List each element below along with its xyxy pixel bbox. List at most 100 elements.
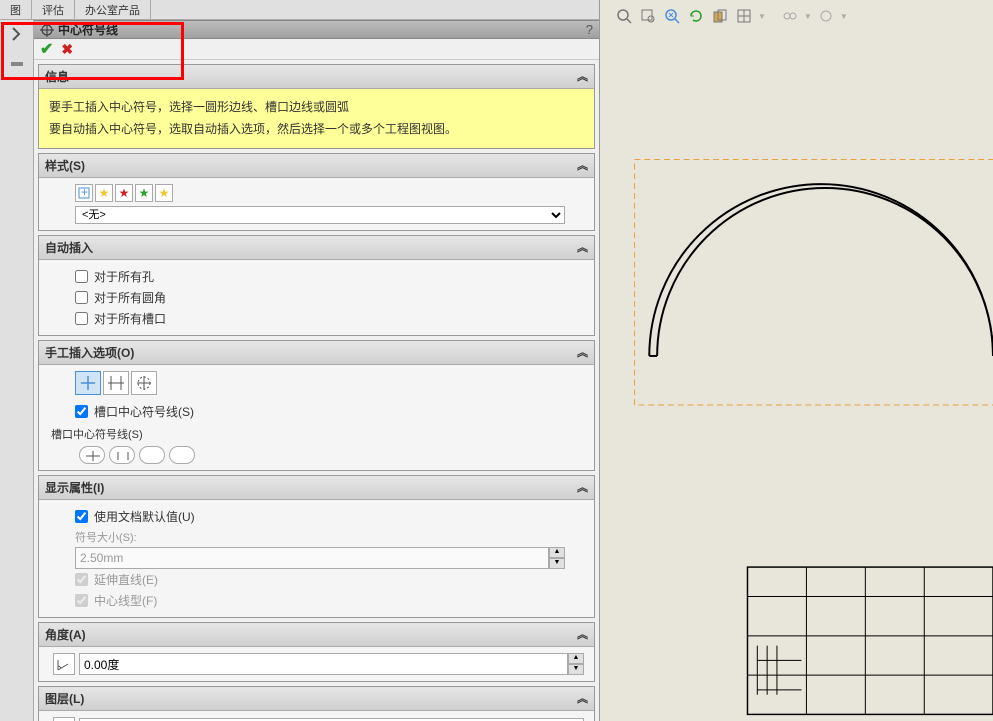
label-slot-cm: 槽口中心符号线(S) <box>94 403 194 420</box>
label-use-doc: 使用文档默认值(U) <box>94 508 195 525</box>
checkbox-slots[interactable] <box>75 312 88 325</box>
chevron-icon: ︽ <box>577 626 588 642</box>
size-input-row: ▲▼ <box>75 547 565 569</box>
more-icon[interactable] <box>816 6 836 26</box>
drawing-area[interactable] <box>610 40 993 721</box>
checkbox-slot-cm[interactable] <box>75 405 88 418</box>
section-manual-title: 手工插入选项(O) <box>45 346 134 360</box>
panel-title: 中心符号线 <box>58 21 118 38</box>
slot-sub-label: 槽口中心符号线(S) <box>51 426 584 442</box>
info-line1: 要手工插入中心符号，选择一圆形边线、槽口边线或圆弧 <box>49 97 584 119</box>
dropdown-icon[interactable]: ▼ <box>758 12 766 21</box>
mode-circular-icon[interactable] <box>131 371 157 395</box>
dropdown-icon[interactable]: ▼ <box>804 12 812 21</box>
drawing-viewport[interactable]: ▼ ▼ ▼ <box>600 0 993 721</box>
collapse-icon[interactable] <box>9 56 25 72</box>
label-ext: 延伸直线(E) <box>94 571 158 588</box>
section-auto: 自动插入 ︽ 对于所有孔 对于所有圆角 对于所有槽口 <box>38 235 595 336</box>
chevron-icon: ︽ <box>577 344 588 360</box>
info-line2: 要自动插入中心符号，选取自动插入选项，然后选择一个或多个工程图视图。 <box>49 119 584 141</box>
slot-type1-icon[interactable] <box>79 446 105 464</box>
zoom-prev-icon[interactable] <box>662 6 682 26</box>
checkbox-holes[interactable] <box>75 270 88 283</box>
dropdown-icon[interactable]: ▼ <box>840 12 848 21</box>
mode-single-icon[interactable] <box>75 371 101 395</box>
style-add-icon[interactable]: ★ <box>135 184 153 202</box>
section-angle-header[interactable]: 角度(A) ︽ <box>39 623 594 647</box>
section-manual-header[interactable]: 手工插入选项(O) ︽ <box>39 341 594 365</box>
section-angle: 角度(A) ︽ ▲▼ <box>38 622 595 682</box>
manual-mode-icons <box>75 371 584 395</box>
hide-show-icon[interactable] <box>780 6 800 26</box>
section-display-header[interactable]: 显示属性(I) ︽ <box>39 476 594 500</box>
size-label: 符号大小(S): <box>75 527 584 547</box>
section-auto-title: 自动插入 <box>45 241 93 255</box>
angle-icon <box>53 653 75 675</box>
angle-input[interactable] <box>79 653 568 675</box>
style-select[interactable]: <无> <box>75 206 565 224</box>
check-ext-line: 延伸直线(E) <box>49 569 584 590</box>
section-auto-header[interactable]: 自动插入 ︽ <box>39 236 594 260</box>
style-buttons: + ★ ★ ★ ★ <box>75 184 584 202</box>
check-slot-centermark[interactable]: 槽口中心符号线(S) <box>49 401 584 422</box>
label-holes: 对于所有孔 <box>94 268 154 285</box>
angle-row: ▲▼ <box>53 653 584 675</box>
expand-icon[interactable] <box>9 26 25 42</box>
tab-drawing[interactable]: 图 <box>0 0 32 20</box>
spin-down[interactable]: ▼ <box>549 558 565 569</box>
checkbox-ext <box>75 573 88 586</box>
spin-up[interactable]: ▲ <box>549 547 565 558</box>
arc-inner[interactable] <box>657 188 993 356</box>
tab-evaluate[interactable]: 评估 <box>32 0 75 20</box>
checkbox-use-doc[interactable] <box>75 510 88 523</box>
display-style-icon[interactable] <box>734 6 754 26</box>
style-del-icon[interactable]: ★ <box>115 184 133 202</box>
svg-text:+: + <box>81 187 88 199</box>
angle-spinner: ▲▼ <box>568 653 584 675</box>
chevron-icon: ︽ <box>577 68 588 84</box>
chevron-icon: ︽ <box>577 239 588 255</box>
style-save-icon[interactable]: ★ <box>155 184 173 202</box>
arc-outer[interactable] <box>649 184 993 356</box>
size-input <box>75 547 549 569</box>
cancel-button[interactable]: ✖ <box>61 41 73 58</box>
section-view-icon[interactable] <box>710 6 730 26</box>
check-all-slots[interactable]: 对于所有槽口 <box>49 308 584 329</box>
section-style-header[interactable]: 样式(S) ︽ <box>39 154 594 178</box>
check-all-holes[interactable]: 对于所有孔 <box>49 266 584 287</box>
style-fav-icon[interactable]: ★ <box>95 184 113 202</box>
left-gutter <box>0 20 34 721</box>
mode-linear-icon[interactable] <box>103 371 129 395</box>
view-toolbar: ▼ ▼ ▼ <box>614 6 848 26</box>
zoom-area-icon[interactable] <box>638 6 658 26</box>
check-center-font: 中心线型(F) <box>49 590 584 611</box>
section-manual: 手工插入选项(O) ︽ 槽口中心符号线(S) 槽口中心符号线(S) <box>38 340 595 471</box>
tab-bar: 图 评估 办公室产品 <box>0 0 599 20</box>
section-angle-title: 角度(A) <box>45 628 86 642</box>
section-layer: 图层(L) ︽ 10 <box>38 686 595 721</box>
checkbox-fillets[interactable] <box>75 291 88 304</box>
tab-office[interactable]: 办公室产品 <box>75 0 151 20</box>
section-info-header[interactable]: 信息 ︽ <box>39 65 594 89</box>
label-fillets: 对于所有圆角 <box>94 289 166 306</box>
section-style-title: 样式(S) <box>45 159 85 173</box>
help-button[interactable]: ? <box>586 22 593 37</box>
check-use-doc[interactable]: 使用文档默认值(U) <box>49 506 584 527</box>
spin-up[interactable]: ▲ <box>568 653 584 664</box>
center-mark-icon <box>40 23 54 37</box>
rotate-view-icon[interactable] <box>686 6 706 26</box>
size-spinner: ▲▼ <box>549 547 565 569</box>
slot-type2-icon[interactable] <box>109 446 135 464</box>
view-boundary <box>635 160 993 406</box>
section-layer-header[interactable]: 图层(L) ︽ <box>39 687 594 711</box>
spin-down[interactable]: ▼ <box>568 664 584 675</box>
section-layer-title: 图层(L) <box>45 692 84 706</box>
ok-button[interactable]: ✔ <box>40 39 53 59</box>
style-apply-icon[interactable]: + <box>75 184 93 202</box>
zoom-fit-icon[interactable] <box>614 6 634 26</box>
check-all-fillets[interactable]: 对于所有圆角 <box>49 287 584 308</box>
section-info: 信息 ︽ 要手工插入中心符号，选择一圆形边线、槽口边线或圆弧 要自动插入中心符号… <box>38 64 595 149</box>
slot-type3-icon[interactable] <box>139 446 165 464</box>
section-style: 样式(S) ︽ + ★ ★ ★ ★ <无> <box>38 153 595 231</box>
slot-type4-icon[interactable] <box>169 446 195 464</box>
